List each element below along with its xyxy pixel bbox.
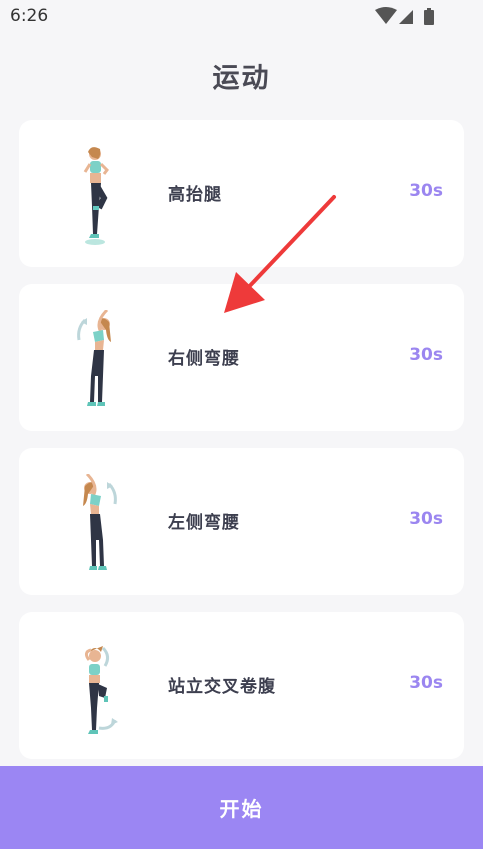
high-knees-figure-icon: [83, 147, 109, 245]
exercise-name: 左侧弯腰: [168, 513, 240, 533]
start-button[interactable]: 开始: [0, 766, 483, 849]
page-title: 运动: [212, 63, 271, 94]
exercise-duration: 30s: [409, 673, 443, 693]
exercise-duration: 30s: [409, 181, 443, 201]
exercise-name: 右侧弯腰: [168, 349, 240, 369]
left-side-bend-figure-icon: [83, 474, 117, 570]
status-time: 6:26: [10, 6, 49, 26]
battery-icon: [424, 8, 434, 25]
wifi-icon: [375, 7, 397, 24]
exercise-card-right-side-bend[interactable]: 右侧弯腰 30s: [19, 284, 464, 431]
exercise-card-standing-cross-crunch[interactable]: 站立交叉卷腹 30s: [19, 612, 464, 759]
exercise-duration: 30s: [409, 509, 443, 529]
exercise-name: 站立交叉卷腹: [168, 677, 276, 697]
standing-cross-crunch-figure-icon: [84, 646, 118, 734]
right-side-bend-figure-icon: [77, 310, 111, 406]
status-icons: [369, 6, 449, 30]
exercise-duration: 30s: [409, 345, 443, 365]
exercise-name: 高抬腿: [168, 185, 222, 205]
status-bar: 6:26: [0, 0, 483, 32]
signal-icon: [399, 10, 413, 24]
exercise-card-left-side-bend[interactable]: 左侧弯腰 30s: [19, 448, 464, 595]
exercise-card-high-knees[interactable]: 高抬腿 30s: [19, 120, 464, 267]
